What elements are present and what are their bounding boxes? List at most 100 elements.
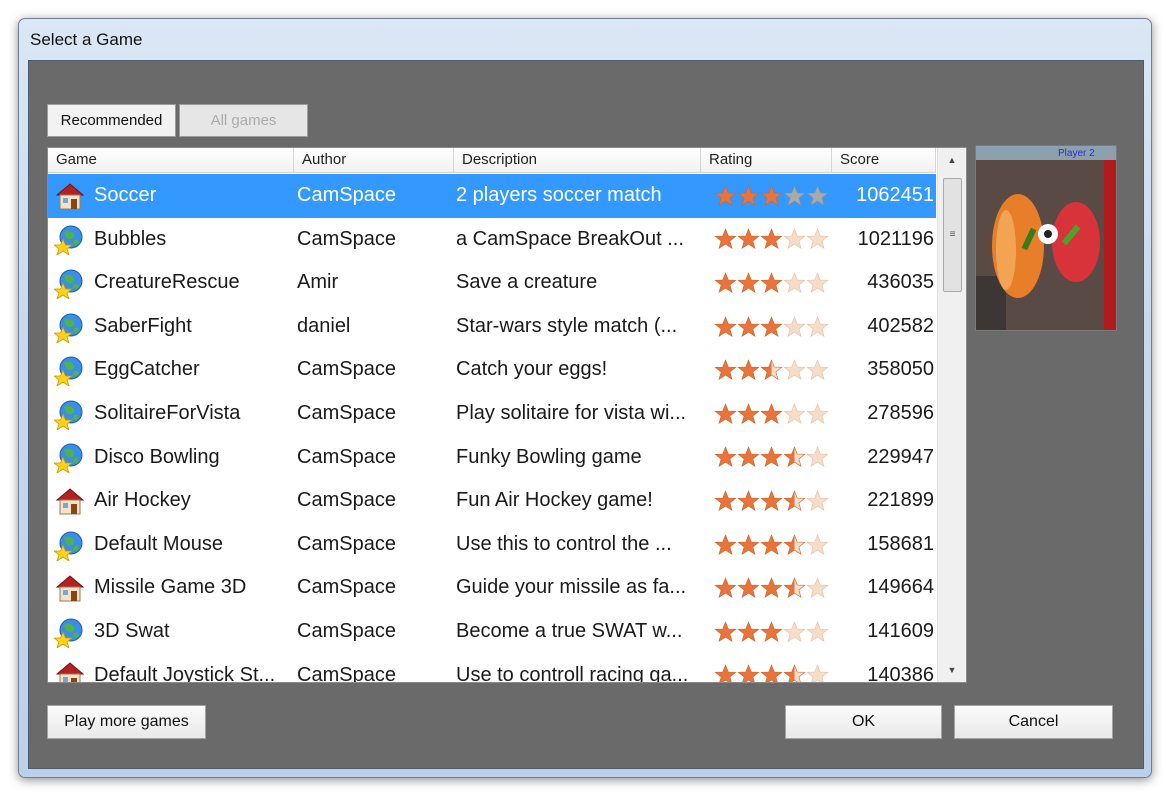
star-icon [737, 359, 760, 381]
column-header-game[interactable]: Game [48, 148, 294, 172]
tab-recommended[interactable]: Recommended [47, 104, 176, 137]
column-header-score[interactable]: Score [832, 148, 936, 172]
star-icon [714, 533, 737, 555]
star-icon [806, 533, 829, 555]
game-author: CamSpace [297, 532, 396, 555]
table-row[interactable]: Disco Bowling CamSpace Funky Bowling game 2… [48, 436, 936, 480]
game-score: 149664 [867, 576, 934, 599]
star-icon [714, 315, 737, 337]
ok-button[interactable]: OK [785, 705, 942, 739]
column-header-description[interactable]: Description [454, 148, 701, 172]
star-icon [760, 446, 783, 468]
scroll-down-icon[interactable]: ▼ [938, 660, 966, 680]
game-description: Catch your eggs! [456, 358, 608, 381]
table-row[interactable]: Default Joystick St... CamSpace Use to con… [48, 654, 936, 683]
game-name: 3D Swat [94, 619, 170, 642]
table-row[interactable]: EggCatcher CamSpace Catch your eggs! 358050 [48, 348, 936, 392]
game-name: Default Mouse [94, 532, 223, 555]
game-author: CamSpace [297, 184, 396, 206]
table-row[interactable]: Soccer CamSpace 2 players soccer match 1062… [48, 174, 936, 218]
game-score: 436035 [867, 271, 934, 294]
list-rows: Soccer CamSpace 2 players soccer match 1062… [48, 174, 936, 683]
game-description: Fun Air Hockey game! [456, 489, 653, 512]
star-icon [714, 184, 737, 206]
game-description: Save a creature [456, 271, 598, 294]
table-row[interactable]: Default Mouse CamSpace Use this to control… [48, 523, 936, 567]
star-icon [737, 184, 760, 206]
star-icon [714, 490, 737, 511]
star-icon [760, 315, 783, 337]
rating-stars [714, 566, 834, 610]
star-icon [737, 664, 760, 682]
game-description: a CamSpace BreakOut ... [456, 227, 684, 250]
game-score: 158681 [867, 532, 934, 555]
star-icon [714, 272, 737, 293]
game-name: Default Joystick St... [94, 663, 276, 683]
star-icon [760, 184, 783, 206]
game-author: CamSpace [297, 227, 396, 250]
star-icon [806, 315, 829, 337]
game-description: Guide your missile as fa... [456, 576, 687, 599]
game-score: 141609 [867, 619, 934, 642]
game-description: Use this to control the ... [456, 532, 672, 555]
scrollbar-thumb[interactable]: ≡ [943, 178, 962, 292]
rating-stars [714, 479, 834, 523]
game-name: CreatureRescue [94, 271, 240, 294]
column-header-rating[interactable]: Rating [701, 148, 832, 172]
game-author: CamSpace [297, 663, 396, 683]
star-icon [806, 664, 829, 682]
dialog-client-area: Recommended All games Game Author Descri… [28, 60, 1144, 769]
table-row[interactable]: CreatureRescue Amir Save a creature 436035 [48, 261, 936, 305]
game-name: Disco Bowling [94, 445, 220, 468]
star-icon [760, 664, 783, 682]
star-icon [760, 620, 783, 642]
table-row[interactable]: SolitaireForVista CamSpace Play solitaire … [48, 392, 936, 436]
star-icon [737, 446, 760, 468]
vertical-scrollbar[interactable]: ▲ ≡ ▼ [937, 148, 966, 682]
star-icon [714, 577, 737, 599]
games-list[interactable]: Game Author Description Rating Score Soc… [47, 147, 967, 683]
star-icon [806, 577, 829, 599]
table-row[interactable]: 3D Swat CamSpace Become a true SWAT w... 14… [48, 610, 936, 654]
star-icon [806, 228, 829, 250]
star-icon [714, 402, 737, 424]
game-score: 358050 [867, 358, 934, 381]
column-header-author[interactable]: Author [294, 148, 454, 172]
star-icon [737, 577, 760, 599]
globe-star-icon [52, 610, 88, 654]
game-name: Air Hockey [94, 489, 191, 512]
star-icon [783, 490, 806, 511]
play-more-games-button[interactable]: Play more games [47, 705, 206, 739]
game-author: CamSpace [297, 401, 396, 424]
game-description: Funky Bowling game [456, 445, 642, 468]
star-icon [737, 402, 760, 424]
rating-stars [714, 523, 834, 567]
window-title: Select a Game [30, 30, 143, 49]
house-icon [52, 174, 88, 218]
star-icon [783, 359, 806, 381]
star-icon [714, 446, 737, 468]
game-score: 229947 [867, 445, 934, 468]
cancel-button[interactable]: Cancel [954, 705, 1113, 739]
dialog-window: Select a Game Recommended All games Game… [18, 18, 1152, 778]
scroll-up-icon[interactable]: ▲ [938, 150, 966, 170]
table-row[interactable]: Bubbles CamSpace a CamSpace BreakOut ... 10… [48, 218, 936, 262]
game-score: 402582 [867, 314, 934, 337]
game-name: Bubbles [94, 227, 167, 250]
list-header: Game Author Description Rating Score [48, 148, 936, 173]
game-score: 1021196 [857, 227, 934, 250]
star-icon [714, 359, 737, 381]
tab-all-games[interactable]: All games [179, 104, 308, 137]
table-row[interactable]: Missile Game 3D CamSpace Guide your missil… [48, 566, 936, 610]
star-icon [783, 664, 806, 682]
star-icon [737, 315, 760, 337]
table-row[interactable]: Air Hockey CamSpace Fun Air Hockey game! 22… [48, 479, 936, 523]
star-icon [783, 184, 806, 206]
game-author: CamSpace [297, 619, 396, 642]
house-icon [52, 654, 88, 682]
game-name: Soccer [94, 184, 157, 206]
rating-stars [714, 392, 834, 436]
globe-star-icon [52, 348, 88, 392]
table-row[interactable]: SaberFight daniel Star-wars style match (.… [48, 305, 936, 349]
rating-stars [714, 654, 834, 682]
